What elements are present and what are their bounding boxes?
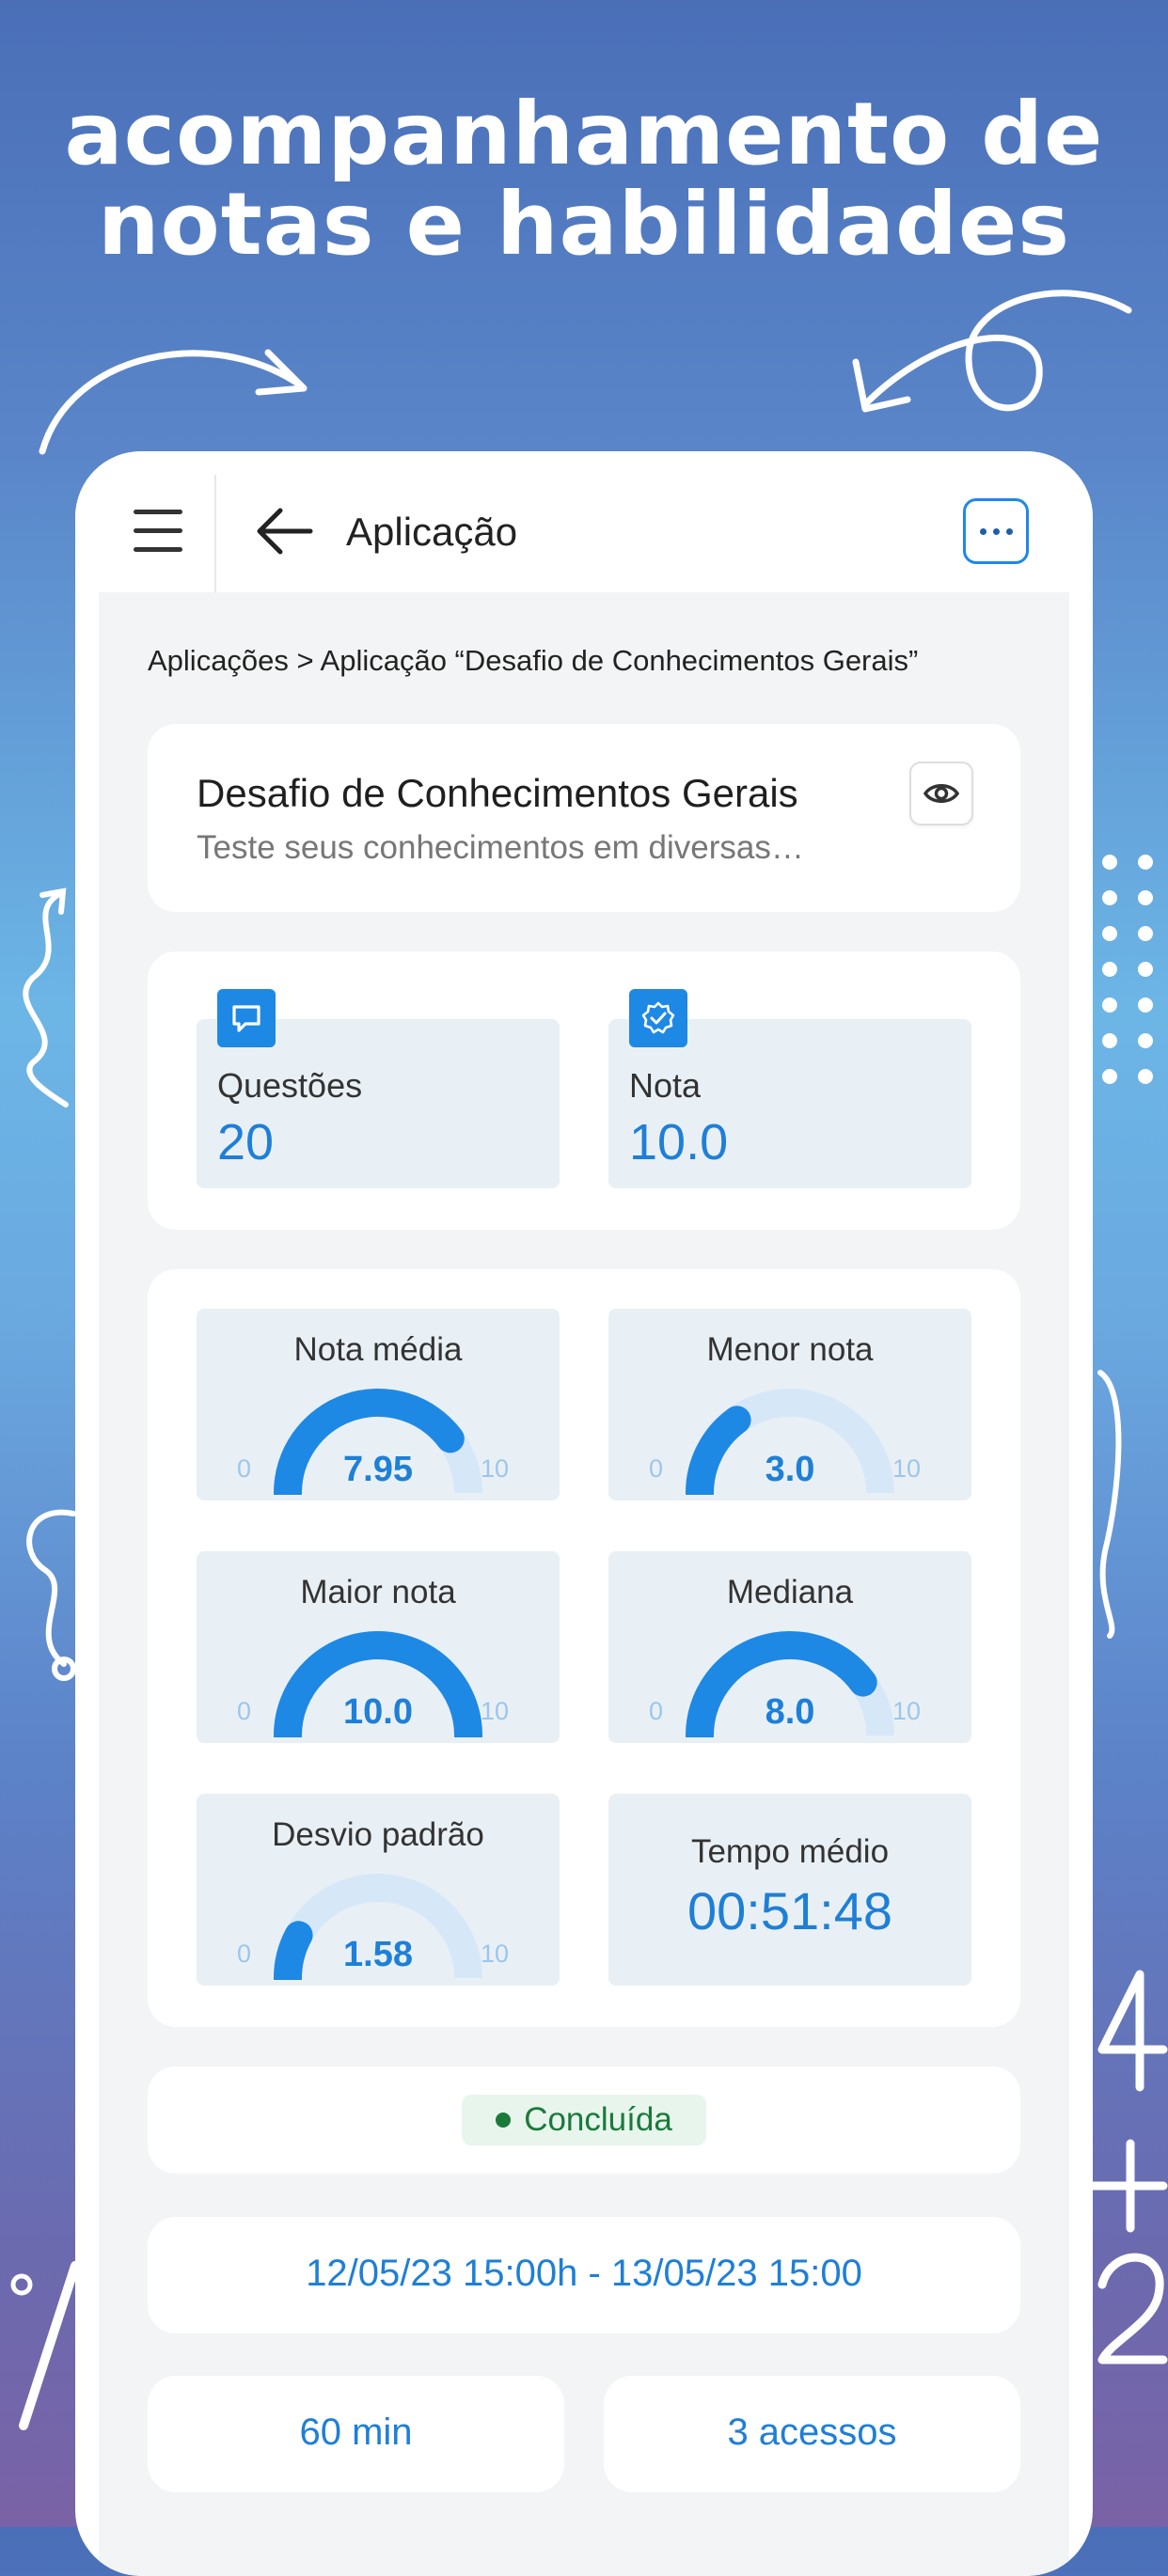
dot-grid-decoration	[1102, 855, 1153, 1084]
lowest-grade-gauge: Menor nota 0 3.0 10	[608, 1309, 971, 1500]
more-dots-icon	[979, 527, 986, 535]
headline: acompanhamento de notas e habilidades	[0, 89, 1168, 270]
accesses-text: 3 acessos	[727, 2411, 897, 2453]
average-grade-gauge: Nota média 0 7.95 10	[197, 1309, 560, 1500]
hamburger-menu-icon[interactable]	[134, 510, 182, 553]
squiggle-doodle	[23, 887, 69, 1107]
headline-line-1: acompanhamento de	[64, 84, 1104, 184]
gauge-max: 10	[892, 1697, 922, 1725]
check-badge-icon	[641, 1001, 675, 1034]
app-bar: Aplicação	[75, 451, 1093, 592]
status-dot-icon	[496, 2113, 512, 2128]
application-title: Desafio de Conhecimentos Gerais	[197, 771, 798, 815]
eye-icon	[923, 784, 960, 803]
main-content: Aplicações > Aplicação “Desafio de Conhe…	[99, 592, 1069, 2576]
chat-icon	[232, 1005, 260, 1032]
average-time-value: 00:51:48	[687, 1881, 892, 1940]
grade-label: Nota	[629, 1066, 702, 1105]
arrow-doodle-right	[852, 290, 1132, 413]
gauge-max: 10	[481, 1454, 510, 1483]
highest-grade-gauge: Maior nota 0 10.0 10	[197, 1551, 560, 1743]
page-title: Aplicação	[346, 510, 518, 554]
statistics-card: Nota média 0 7.95 10 Menor nota 0 3.0 10…	[148, 1269, 1020, 2027]
phone-frame: Aplicação Aplicações > Aplicação “Desafi…	[75, 451, 1093, 2576]
back-arrow-icon[interactable]	[254, 508, 314, 555]
status-badge: Concluída	[462, 2095, 706, 2145]
accesses-card: 3 acessos	[604, 2376, 1020, 2492]
gauge-label: Nota média	[293, 1331, 463, 1368]
period-text: 12/05/23 15:00h - 13/05/23 15:00	[306, 2253, 862, 2294]
gauge-max: 10	[481, 1697, 510, 1725]
questions-label: Questões	[217, 1066, 363, 1105]
more-options-button[interactable]	[963, 498, 1029, 564]
questions-stat: Questões 20	[197, 989, 560, 1188]
question-badge	[217, 989, 276, 1047]
pencil-doodle	[10, 2261, 80, 2430]
gauge-max: 10	[481, 1940, 510, 1968]
application-subtitle: Teste seus conhecimentos em diversas…	[197, 829, 804, 866]
gauge-label: Menor nota	[706, 1331, 874, 1368]
view-button[interactable]	[909, 762, 973, 825]
period-card: 12/05/23 15:00h - 13/05/23 15:00	[148, 2217, 1020, 2333]
application-card: Desafio de Conhecimentos Gerais Teste se…	[148, 724, 1020, 912]
grade-stat: Nota 10.0	[608, 989, 971, 1188]
grade-value: 10.0	[629, 1114, 729, 1170]
grade-badge	[629, 989, 687, 1047]
average-time-label: Tempo médio	[690, 1833, 890, 1870]
divider	[214, 475, 216, 592]
breadcrumb[interactable]: Aplicações > Aplicação “Desafio de Conhe…	[148, 644, 918, 678]
math-doodle	[1093, 1970, 1168, 2364]
duration-text: 60 min	[299, 2411, 413, 2453]
gauge-label: Maior nota	[300, 1574, 456, 1610]
questions-value: 20	[217, 1114, 275, 1170]
std-deviation-gauge: Desvio padrão 0 1.58 10	[197, 1794, 560, 1986]
swirl-doodle	[26, 1509, 76, 1681]
gauge-label: Desvio padrão	[272, 1816, 484, 1853]
status-label: Concluída	[524, 2101, 672, 2138]
median-gauge: Mediana 0 8.0 10	[608, 1551, 971, 1743]
gauge-max: 10	[892, 1454, 922, 1483]
gauge-label: Mediana	[726, 1574, 854, 1610]
status-card: Concluída	[148, 2066, 1020, 2174]
headline-line-2: notas e habilidades	[98, 174, 1070, 275]
average-time-tile: Tempo médio 00:51:48	[608, 1794, 971, 1986]
arrow-doodle-left	[39, 349, 308, 455]
duration-card: 60 min	[148, 2376, 564, 2492]
summary-card: Questões 20 Nota 10.0	[148, 951, 1020, 1230]
